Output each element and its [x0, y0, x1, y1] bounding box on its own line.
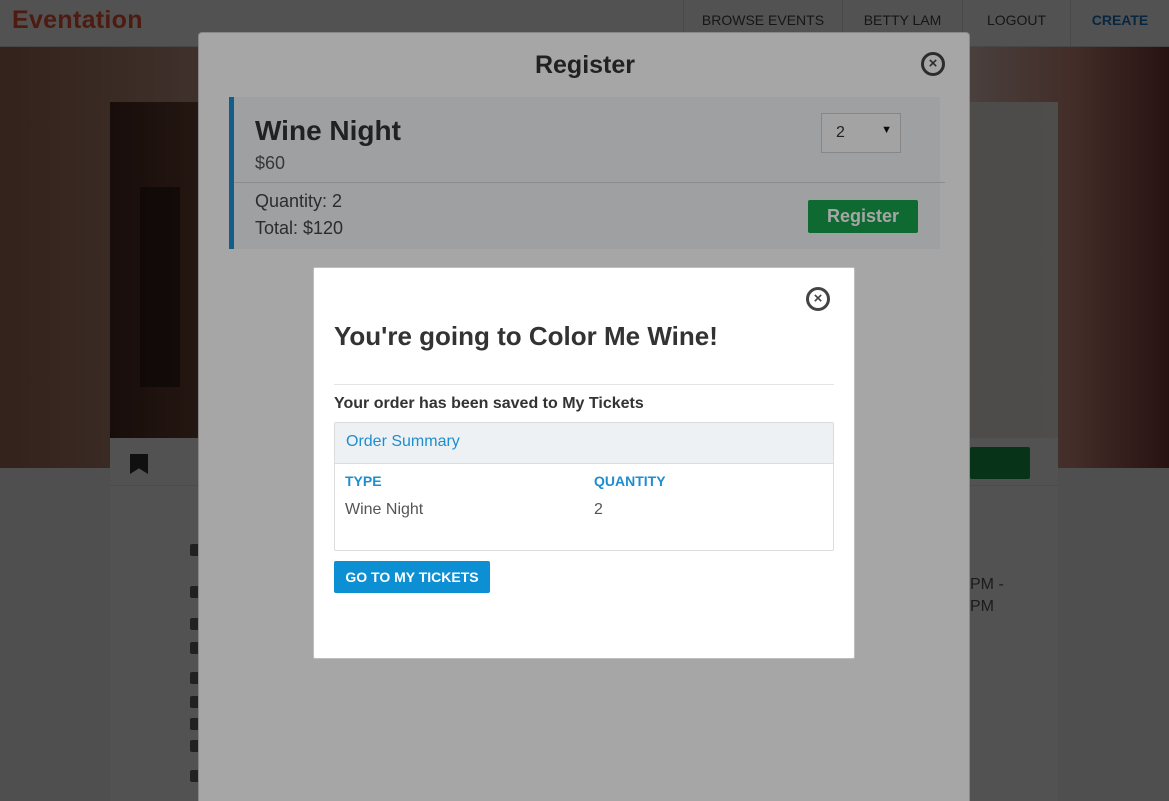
summary-cell-type: Wine Night: [345, 501, 424, 518]
confirmation-divider: [334, 384, 834, 385]
order-summary-header: Order Summary: [335, 423, 833, 464]
close-icon[interactable]: ×: [806, 287, 830, 311]
confirmation-title: You're going to Color Me Wine!: [334, 321, 718, 351]
order-saved-message: Your order has been saved to My Tickets: [334, 395, 644, 412]
column-header-type: TYPE: [345, 473, 382, 489]
column-header-quantity: QUANTITY: [594, 473, 666, 489]
confirmation-modal: × You're going to Color Me Wine! Your or…: [313, 267, 855, 659]
order-summary-title: Order Summary: [346, 433, 460, 450]
summary-cell-quantity: 2: [594, 501, 603, 518]
go-to-my-tickets-button[interactable]: GO TO MY TICKETS: [334, 561, 490, 593]
order-summary-panel: Order Summary TYPE QUANTITY Wine Night 2: [334, 422, 834, 551]
